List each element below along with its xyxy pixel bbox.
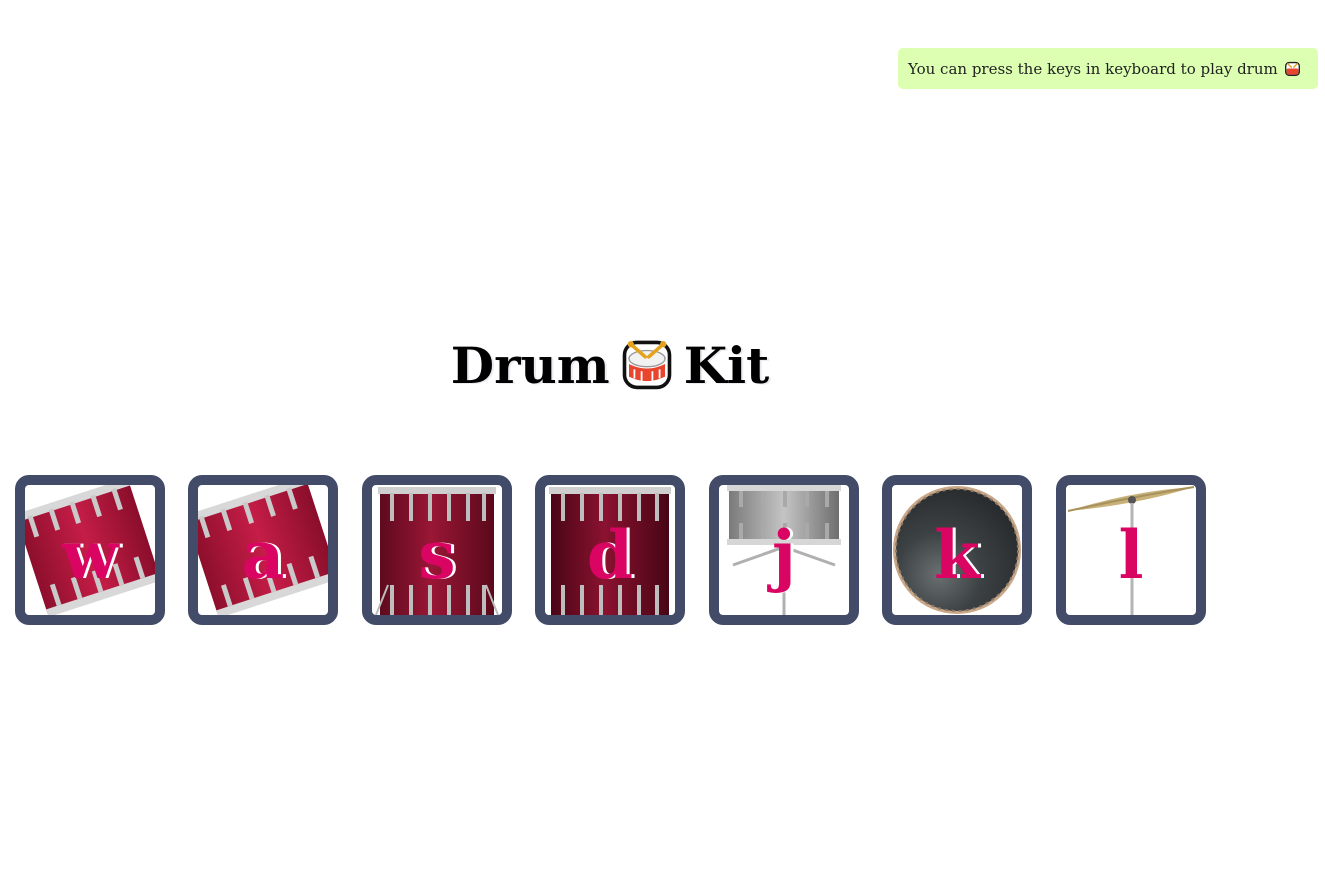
drum-button-w[interactable]: w <box>15 475 165 625</box>
drum-emoji-icon <box>1284 61 1300 76</box>
keyboard-tip-text: You can press the keys in keyboard to pl… <box>908 59 1278 78</box>
drum-button-d[interactable]: d <box>535 475 685 625</box>
drum-key-label: k <box>934 516 980 594</box>
drum-button-a[interactable]: a <box>188 475 338 625</box>
drum-button-s[interactable]: s <box>362 475 512 625</box>
drum-button-j[interactable]: j <box>709 475 859 625</box>
drum-key-label: l <box>1118 516 1144 594</box>
drum-key-label: w <box>61 516 119 594</box>
drum-key-label: j <box>772 516 796 594</box>
keyboard-tip-banner: You can press the keys in keyboard to pl… <box>898 48 1318 89</box>
drum-key-label: s <box>418 516 456 594</box>
drum-key-label: d <box>586 516 634 594</box>
drum-emoji-icon <box>622 340 672 390</box>
title-word-kit: Kit <box>683 336 770 395</box>
drum-kit-page: You can press the keys in keyboard to pl… <box>0 0 1325 882</box>
drum-button-k[interactable]: k <box>882 475 1032 625</box>
drum-button-l[interactable]: l <box>1056 475 1206 625</box>
page-title: Drum Kit <box>0 336 1220 395</box>
title-word-drum: Drum <box>450 336 610 395</box>
drum-key-label: a <box>241 516 285 594</box>
